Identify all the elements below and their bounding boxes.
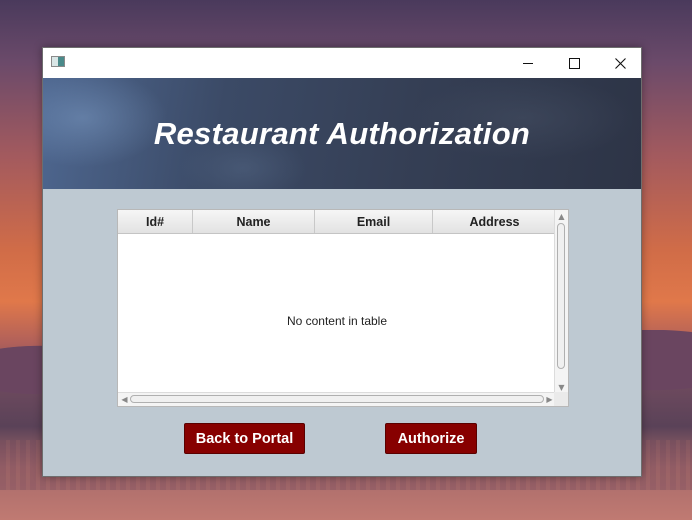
minimize-icon [523,62,533,64]
page-title: Restaurant Authorization [153,115,531,151]
close-button[interactable] [597,48,643,78]
scroll-down-icon[interactable]: ▼ [557,383,566,392]
app-window: Restaurant Authorization Id# Name Email … [42,47,642,477]
column-header-email[interactable]: Email [315,210,433,233]
minimize-button[interactable] [505,48,551,78]
maximize-button[interactable] [551,48,597,78]
horizontal-scroll-thumb[interactable] [130,395,544,403]
table-empty-message: No content in table [286,314,388,328]
column-header-id[interactable]: Id# [118,210,193,233]
column-header-address[interactable]: Address [433,210,556,233]
back-to-portal-button[interactable]: Back to Portal [184,423,305,454]
vertical-scroll-thumb[interactable] [557,223,565,369]
authorize-button[interactable]: Authorize [385,423,477,454]
horizontal-scrollbar[interactable]: ◀ ▶ [118,392,556,406]
scroll-up-icon[interactable]: ▲ [557,212,566,221]
app-icon [51,56,65,67]
scrollbar-corner [554,392,568,406]
scroll-right-icon[interactable]: ▶ [545,395,554,404]
restaurants-table[interactable]: Id# Name Email Address No content in tab… [117,209,569,407]
header-banner: Restaurant Authorization [43,78,641,189]
title-bar[interactable] [43,48,641,78]
maximize-icon [568,57,580,69]
column-header-name[interactable]: Name [193,210,315,233]
table-header: Id# Name Email Address [118,210,556,234]
vertical-scrollbar[interactable]: ▲ ▼ [554,210,568,394]
close-icon [614,57,626,69]
scroll-left-icon[interactable]: ◀ [120,395,129,404]
